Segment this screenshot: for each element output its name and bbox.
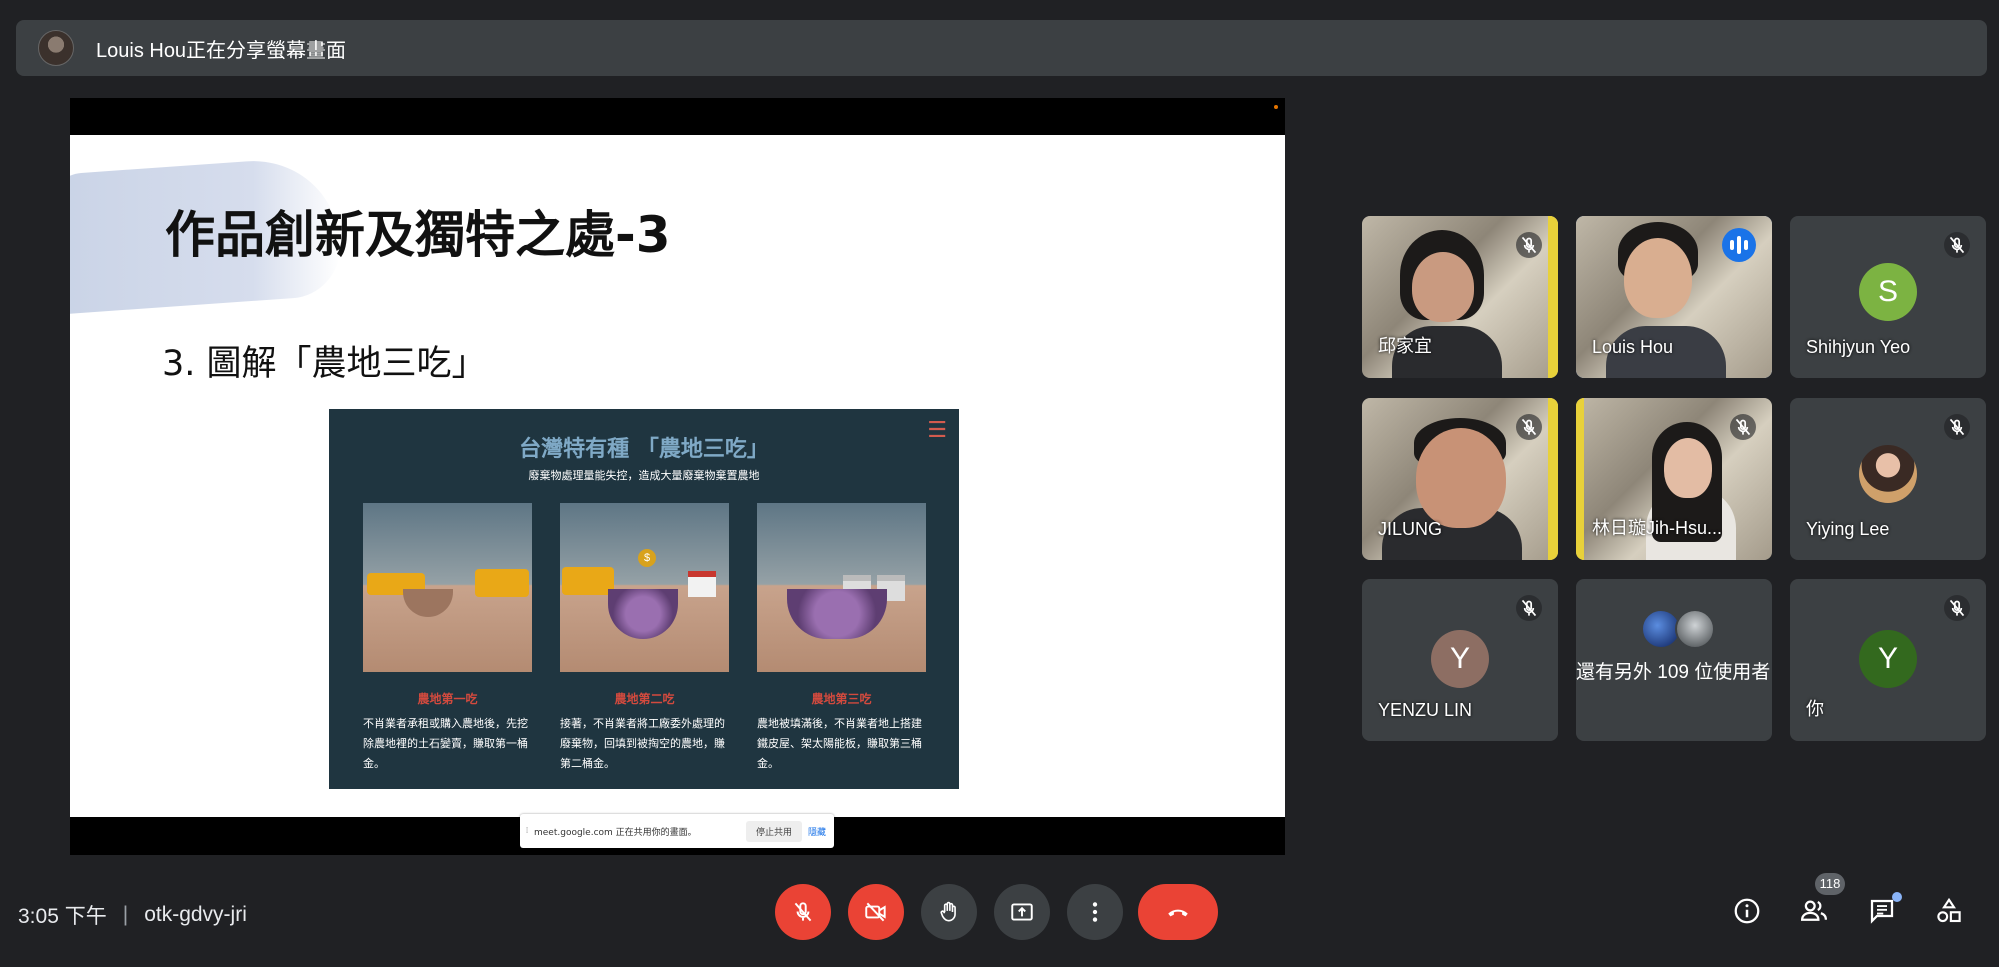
presenting-banner: Louis Hou正在分享螢幕畫面: [16, 20, 1987, 76]
divider: |: [122, 903, 129, 926]
panel-label-1: 農地第一吃: [417, 692, 478, 706]
infographic-title: 台灣特有種 「農地三吃」: [519, 437, 769, 462]
activities-button[interactable]: [1932, 894, 1966, 928]
participant-tile[interactable]: Yiying Lee: [1790, 398, 1986, 560]
hide-button[interactable]: 隱藏: [808, 825, 826, 838]
panel-image-2: $: [560, 503, 729, 672]
more-options-button[interactable]: [1067, 884, 1123, 940]
mic-muted-icon: [1944, 414, 1970, 440]
participant-name: 林日璇Jih-Hsu...: [1592, 518, 1723, 538]
mic-muted-icon: [1944, 595, 1970, 621]
presenter-avatar: [38, 30, 74, 66]
panel-image-3: [757, 503, 926, 672]
screen-indicator-dot: [1274, 105, 1278, 109]
participant-tile[interactable]: 林日璇Jih-Hsu...: [1576, 398, 1772, 560]
participant-tile[interactable]: Louis Hou: [1576, 216, 1772, 378]
presentation-slide: 作品創新及獨特之處-3 3. 圖解「農地三吃」 ☰ 台灣特有種 「農地三吃」 廢…: [70, 135, 1285, 817]
participant-name: YENZU LIN: [1378, 700, 1473, 720]
drag-handle-icon[interactable]: ⁞: [520, 826, 534, 836]
raise-hand-icon: [940, 901, 956, 922]
slide-title: 作品創新及獨特之處-3: [165, 206, 671, 264]
panel-label-3: 農地第三吃: [811, 692, 872, 706]
chat-notification-dot: [1892, 892, 1902, 902]
panel-image-1: [363, 503, 532, 672]
dump-truck-icon: [562, 567, 614, 595]
info-icon: [1734, 898, 1760, 924]
stop-sharing-button[interactable]: 停止共用: [745, 820, 802, 842]
other-participants-tile[interactable]: 還有另外 109 位使用者: [1576, 579, 1772, 741]
mic-muted-icon: [1730, 414, 1756, 440]
people-icon: [1800, 900, 1827, 921]
meeting-info: 3:05 下午 | otk-gdvy-jri: [18, 900, 247, 930]
raise-hand-button[interactable]: [921, 884, 977, 940]
panel-desc-1: 不肖業者承租或購入農地後，先挖除農地裡的土石變賣，賺取第一桶金。: [363, 717, 528, 770]
mic-muted-icon: [1516, 414, 1542, 440]
camera-button[interactable]: [848, 884, 904, 940]
activities-icon: [1937, 897, 1961, 923]
infographic: ☰ 台灣特有種 「農地三吃」 廢棄物處理量能失控，造成大量廢棄物棄置農地 農地第…: [329, 409, 959, 789]
dump-truck-icon: [475, 569, 529, 597]
avatar: Y: [1431, 630, 1489, 688]
speaking-indicator-icon: [1722, 228, 1756, 262]
participant-tile[interactable]: S Shihjyun Yeo: [1790, 216, 1986, 378]
mic-muted-icon: [1516, 595, 1542, 621]
avatar: [1859, 445, 1917, 503]
meeting-code[interactable]: otk-gdvy-jri: [144, 903, 247, 927]
presenting-text: Louis Hou正在分享螢幕畫面: [96, 39, 347, 62]
end-call-icon: [1168, 909, 1188, 917]
panel-label-2: 農地第二吃: [614, 692, 675, 706]
avatar: Y: [1859, 630, 1917, 688]
share-notification-text: meet.google.com 正在共用你的畫面。: [534, 827, 697, 838]
panel-desc-2: 接著，不肖業者將工廠委外處理的廢棄物，回填到被掏空的農地，賺第二桶金。: [560, 717, 725, 770]
slide-subtitle: 3. 圖解「農地三吃」: [162, 344, 487, 384]
microphone-button[interactable]: [775, 884, 831, 940]
mic-off-icon: [794, 902, 812, 922]
participant-tile[interactable]: JILUNG: [1362, 398, 1558, 560]
other-participants-text: 還有另外 109 位使用者: [1576, 662, 1771, 683]
shared-screen: 作品創新及獨特之處-3 3. 圖解「農地三吃」 ☰ 台灣特有種 「農地三吃」 廢…: [70, 98, 1285, 855]
participant-tile[interactable]: Y YENZU LIN: [1362, 579, 1558, 741]
more-options-icon: [1092, 902, 1098, 922]
house-icon: [688, 571, 716, 597]
participant-name: Yiying Lee: [1806, 519, 1890, 539]
self-tile[interactable]: Y 你: [1790, 579, 1986, 741]
people-count-badge: 118: [1815, 873, 1845, 895]
meeting-details-button[interactable]: [1730, 894, 1764, 928]
other-participants-avatars: [1641, 609, 1715, 649]
participant-name: 邱家宜: [1378, 336, 1432, 356]
infographic-subtitle: 廢棄物處理量能失控，造成大量廢棄物棄置農地: [528, 469, 760, 482]
participant-name: Shihjyun Yeo: [1806, 337, 1911, 357]
present-button[interactable]: [994, 884, 1050, 940]
mic-muted-icon: [1944, 232, 1970, 258]
participant-name: 你: [1806, 699, 1824, 719]
leave-call-button[interactable]: [1138, 884, 1218, 940]
participant-name: Louis Hou: [1592, 337, 1674, 357]
mic-muted-icon: [1516, 232, 1542, 258]
people-button[interactable]: [1797, 894, 1831, 928]
meeting-time: 3:05 下午: [18, 905, 107, 928]
screen-share-notification: ⁞ meet.google.com 正在共用你的畫面。 停止共用 隱藏: [520, 814, 834, 848]
avatar: S: [1859, 263, 1917, 321]
avatar: [1675, 609, 1715, 649]
panel-desc-3: 農地被填滿後，不肖業者地上搭建鐵皮屋、架太陽能板，賺取第三桶金。: [757, 717, 922, 770]
camera-off-icon: [865, 902, 886, 922]
participant-name: JILUNG: [1378, 519, 1443, 539]
coin-icon: $: [638, 549, 656, 567]
present-icon: [1011, 903, 1033, 921]
participant-tile[interactable]: 邱家宜: [1362, 216, 1558, 378]
